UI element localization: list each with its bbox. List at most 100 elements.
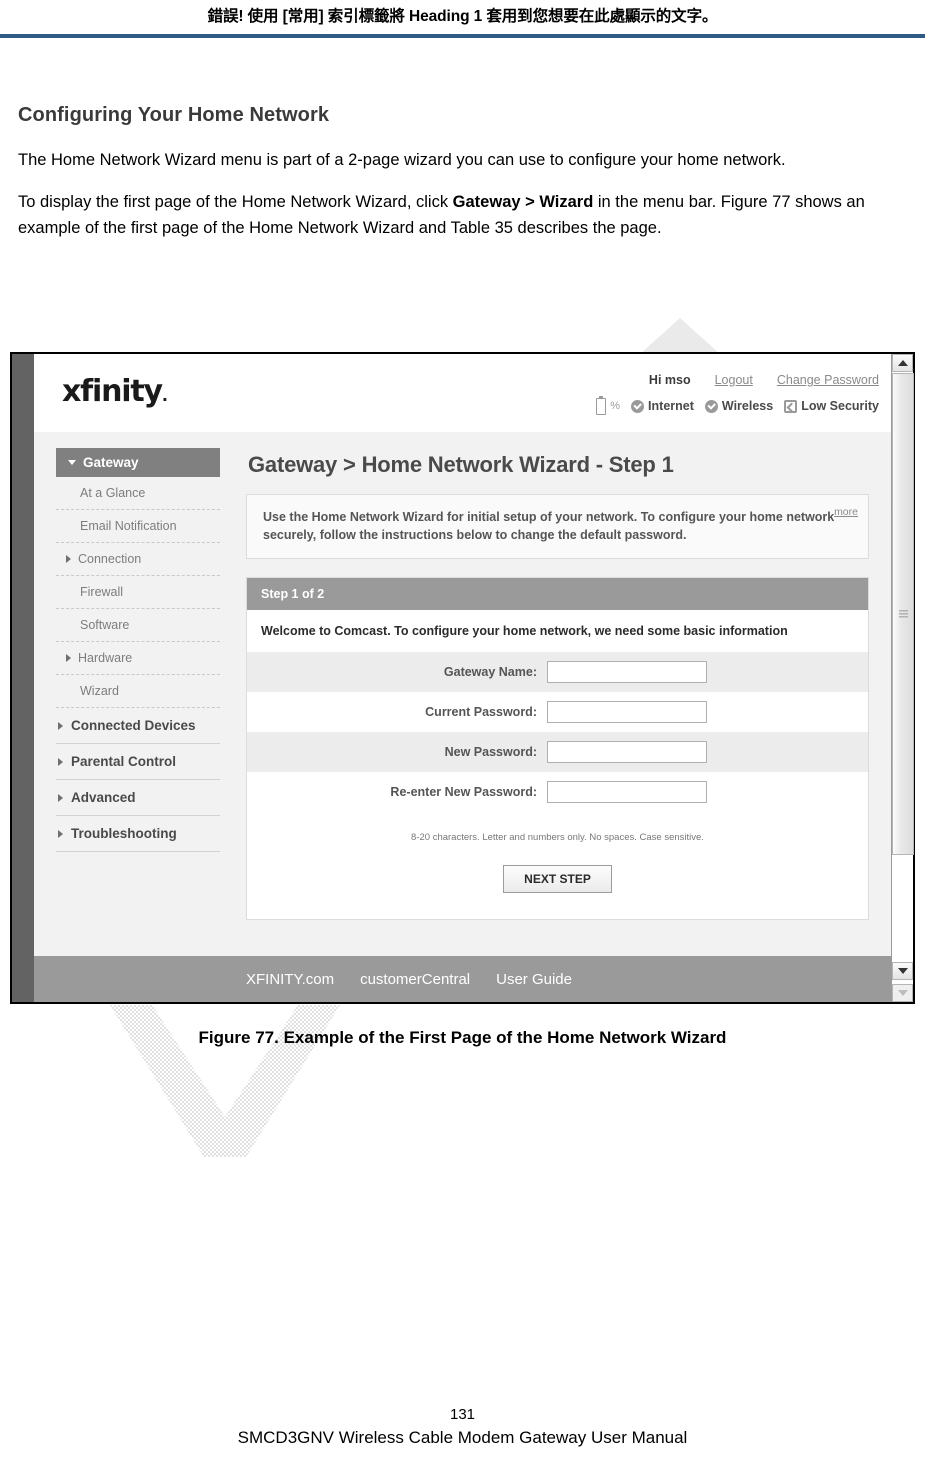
sidebar-item-wizard-label: Wizard	[80, 684, 119, 698]
document-body: Configuring Your Home Network The Home N…	[18, 104, 908, 257]
field-row-reenter-password: Re-enter New Password:	[247, 772, 868, 812]
page-number: 131	[449, 1406, 476, 1423]
battery-status: %	[596, 395, 620, 415]
change-password-link[interactable]: Change Password	[777, 374, 879, 387]
watermark-triangle-icon	[640, 318, 720, 354]
instruction-text-part1: To display the first page of the Home Ne…	[18, 193, 453, 211]
check-circle-icon	[631, 399, 645, 413]
sidebar-nav: Gateway At a Glance Email Notification C…	[34, 432, 240, 956]
logo-text: xfinity	[62, 374, 163, 409]
reenter-password-input[interactable]	[547, 781, 707, 803]
sidebar-item-hardware[interactable]: Hardware	[56, 642, 220, 675]
scrollbar-grip-icon	[899, 610, 908, 618]
info-banner-text: Use the Home Network Wizard for initial …	[263, 510, 835, 542]
chevron-right-icon	[58, 793, 63, 802]
chevron-up-icon	[897, 360, 908, 366]
main-content: Gateway > Home Network Wizard - Step 1 m…	[240, 432, 891, 956]
gateway-name-label: Gateway Name:	[443, 665, 537, 679]
sidebar-item-parental-control[interactable]: Parental Control	[56, 744, 220, 780]
current-password-label: Current Password:	[425, 705, 537, 719]
footer-link-xfinity[interactable]: XFINITY.com	[246, 971, 334, 988]
sidebar-item-advanced[interactable]: Advanced	[56, 780, 220, 816]
greeting-label: Hi mso	[648, 373, 691, 387]
sidebar-item-wizard[interactable]: Wizard	[56, 675, 220, 708]
next-step-button[interactable]: NEXT STEP	[503, 865, 612, 893]
app-shell: xfinity. Hi mso Logout Change Password %	[34, 354, 891, 1002]
app-footer: XFINITY.com customerCentral User Guide	[34, 956, 891, 1002]
status-internet: Internet	[631, 399, 694, 413]
sidebar-item-troubleshooting[interactable]: Troubleshooting	[56, 816, 220, 852]
chevron-down-icon	[897, 968, 908, 974]
check-circle-icon	[704, 399, 718, 413]
sidebar-item-gateway-label: Gateway	[83, 455, 139, 470]
info-banner: more Use the Home Network Wizard for ini…	[246, 494, 869, 559]
xfinity-logo: xfinity.	[62, 374, 168, 409]
gateway-admin-ui: xfinity. Hi mso Logout Change Password %	[12, 354, 891, 1002]
scroll-up-button[interactable]	[892, 354, 913, 372]
running-header-text: 錯誤! 使用 [常用] 索引標籤將 Heading 1 套用到您想要在此處顯示的…	[207, 8, 718, 25]
next-step-button-wrap: NEXT STEP	[247, 843, 868, 919]
more-link[interactable]: more	[834, 503, 858, 521]
document-running-header: 錯誤! 使用 [常用] 索引標籤將 Heading 1 套用到您想要在此處顯示的…	[0, 0, 925, 40]
password-hint: 8-20 characters. Letter and numbers only…	[411, 832, 704, 843]
chevron-right-icon	[58, 721, 63, 730]
chevron-down-icon	[897, 990, 908, 996]
welcome-text: Welcome to Comcast. To configure your ho…	[261, 624, 788, 638]
document-footer: 131 SMCD3GNV Wireless Cable Modem Gatewa…	[0, 1404, 925, 1450]
sidebar-item-connection-label: Connection	[78, 552, 142, 566]
footer-link-customer-central[interactable]: customerCentral	[360, 971, 470, 988]
instruction-paragraph: To display the first page of the Home Ne…	[18, 189, 908, 241]
sidebar-item-software[interactable]: Software	[56, 609, 220, 642]
scroll-down-button-disabled	[892, 984, 913, 1002]
figure-caption: Figure 77. Example of the First Page of …	[198, 1028, 727, 1047]
logo-dot: .	[161, 386, 168, 405]
sidebar-item-advanced-label: Advanced	[71, 790, 136, 805]
status-indicators-row: % Internet Wireless Low Security	[596, 395, 879, 415]
chevron-right-icon	[58, 757, 63, 766]
app-body: Gateway At a Glance Email Notification C…	[34, 432, 891, 956]
sidebar-item-email-notification-label: Email Notification	[80, 519, 177, 533]
vertical-scrollbar[interactable]	[891, 354, 914, 1002]
chevron-right-icon	[66, 654, 71, 662]
sidebar-item-gateway[interactable]: Gateway	[56, 448, 220, 477]
field-row-new-password: New Password:	[247, 732, 868, 772]
app-header: xfinity. Hi mso Logout Change Password %	[34, 354, 891, 432]
sidebar-item-parental-control-label: Parental Control	[71, 754, 177, 769]
intro-paragraph: The Home Network Wizard menu is part of …	[18, 151, 786, 169]
battery-icon	[596, 395, 607, 415]
reenter-password-label: Re-enter New Password:	[390, 785, 537, 799]
account-links-row: Hi mso Logout Change Password	[596, 374, 879, 387]
footer-link-user-guide[interactable]: User Guide	[496, 971, 572, 988]
sidebar-item-connected-devices[interactable]: Connected Devices	[56, 708, 220, 744]
sidebar-item-software-label: Software	[80, 618, 130, 632]
current-password-input[interactable]	[547, 701, 707, 723]
sidebar-item-at-a-glance[interactable]: At a Glance	[56, 477, 220, 510]
sidebar-item-at-a-glance-label: At a Glance	[80, 486, 146, 500]
menu-path-bold: Gateway > Wizard	[452, 193, 594, 211]
status-security-label: Low Security	[801, 398, 879, 413]
figure-screenshot: xfinity. Hi mso Logout Change Password %	[10, 352, 915, 1004]
scrollbar-thumb[interactable]	[892, 373, 914, 855]
wizard-page-title: Gateway > Home Network Wizard - Step 1	[248, 452, 674, 477]
step-indicator: Step 1 of 2	[247, 578, 868, 610]
manual-title: SMCD3GNV Wireless Cable Modem Gateway Us…	[237, 1428, 688, 1447]
sidebar-item-connected-devices-label: Connected Devices	[71, 718, 196, 733]
new-password-input[interactable]	[547, 741, 707, 763]
chevron-right-icon	[66, 555, 71, 563]
sidebar-item-troubleshooting-label: Troubleshooting	[71, 826, 177, 841]
shield-icon	[784, 399, 798, 413]
status-wireless-label: Wireless	[721, 398, 774, 413]
sidebar-item-hardware-label: Hardware	[78, 651, 133, 665]
wizard-panel: Step 1 of 2 Welcome to Comcast. To confi…	[246, 577, 869, 920]
field-row-gateway-name: Gateway Name:	[247, 652, 868, 692]
page-title: Configuring Your Home Network	[18, 104, 330, 126]
logout-link[interactable]: Logout	[715, 374, 753, 387]
sidebar-item-connection[interactable]: Connection	[56, 543, 220, 576]
gateway-name-input[interactable]	[547, 661, 707, 683]
sidebar-item-email-notification[interactable]: Email Notification	[56, 510, 220, 543]
status-security: Low Security	[784, 398, 879, 413]
scroll-down-button[interactable]	[892, 962, 913, 980]
account-area: Hi mso Logout Change Password % Internet	[596, 374, 879, 415]
sidebar-item-firewall[interactable]: Firewall	[56, 576, 220, 609]
sidebar-item-firewall-label: Firewall	[80, 585, 124, 599]
